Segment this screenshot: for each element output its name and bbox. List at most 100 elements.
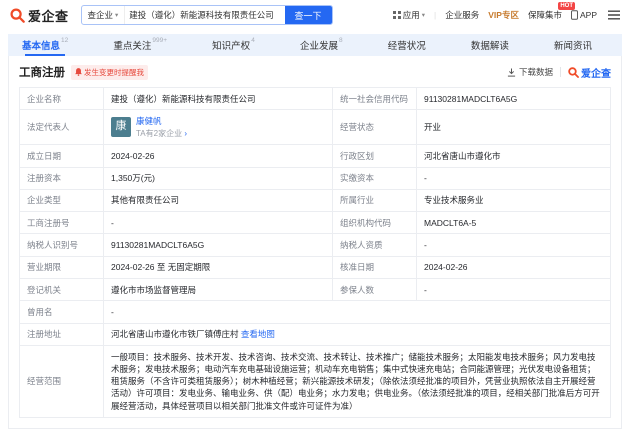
download-data-button[interactable]: 下载数据 (507, 66, 553, 78)
field-label: 核准日期 (332, 255, 417, 280)
bell-icon (75, 68, 82, 76)
field-label: 营业期限 (19, 255, 104, 280)
nav-app-label: APP (579, 10, 597, 20)
search-button[interactable]: 查一下 (284, 6, 332, 24)
section-actions: 下载数据 爱企查 (507, 65, 611, 80)
legal-rep-name-link[interactable]: 康健帆 (136, 115, 187, 127)
nav-guarantee-market[interactable]: 保障集市 HOT (528, 2, 575, 21)
search-box: 查企业 ▾ 查一下 (80, 5, 333, 25)
legal-rep-cell: 康康健帆 TA有2家企业 › (103, 109, 333, 146)
tab-count: 12 (61, 37, 69, 44)
logo-text: 爱企查 (28, 8, 69, 24)
nav-vip-zone[interactable]: VIP专区 (488, 9, 519, 21)
registration-card: 工商注册 发生变更时提醒我 下载数据 爱企查 企业名称 建投（遵化）新能源科技有… (8, 56, 622, 429)
address-text: 河北省唐山市遵化市铁厂镇傅庄村 (111, 329, 241, 340)
table-row: 注册地址 河北省唐山市遵化市铁厂镇傅庄村 查看地图 (19, 322, 611, 347)
field-value: 2024-02-26 至 无固定期限 (103, 255, 333, 280)
download-data-label: 下载数据 (518, 67, 553, 77)
tab-6[interactable]: 数据解读 (471, 34, 509, 56)
tab-4[interactable]: 企业发展 8 (300, 34, 343, 56)
nav-app-download[interactable]: APP (571, 10, 597, 20)
table-row: 曾用名 - (19, 300, 611, 324)
tab-label: 知识产权 (212, 41, 251, 52)
field-label: 纳税人资质 (332, 233, 417, 257)
brand-text: 爱企查 (581, 68, 611, 80)
field-value: - (416, 233, 611, 257)
field-label: 纳税人识别号 (19, 233, 104, 257)
field-value: - (103, 211, 333, 235)
table-row: 企业类型 其他有限责任公司 所属行业 专业技术服务业 (19, 188, 611, 213)
registration-table-body: 企业名称 建投（遵化）新能源科技有限责任公司 统一社会信用代码 91130281MAD… (19, 86, 611, 418)
field-value: - (416, 278, 611, 302)
view-map-link[interactable]: 查看地图 (241, 329, 275, 339)
change-reminder-badge[interactable]: 发生变更时提醒我 (71, 64, 148, 80)
hot-badge: HOT (558, 2, 575, 10)
section-title: 工商注册 (19, 67, 65, 79)
nav-enterprise-service[interactable]: 企业服务 (445, 9, 479, 21)
section-header: 工商注册 发生变更时提醒我 下载数据 爱企查 (19, 64, 611, 80)
field-value: 遵化市市场监督管理局 (103, 278, 333, 302)
main-content: 基本信息 12 重点关注 999+ 知识产权 4 企业发展 8 经营状况 数据解读 新闻资讯 工商注… (8, 34, 622, 429)
aiqicha-brand-badge: 爱企查 (568, 65, 611, 80)
hamburger-menu-icon[interactable] (608, 10, 620, 20)
search-input[interactable] (125, 6, 285, 24)
tab-label: 新闻资讯 (553, 41, 592, 52)
change-reminder-label: 发生变更时提醒我 (84, 67, 144, 77)
field-label: 企业名称 (19, 86, 104, 111)
field-label: 所属行业 (332, 188, 417, 213)
field-value: 2024-02-26 (103, 144, 333, 168)
table-row: 经营范围 一般项目：技术服务、技术开发、技术咨询、技术交流、技术转让、技术推广；储… (19, 345, 611, 418)
field-value: 河北省唐山市遵化市铁厂镇傅庄村 查看地图 (103, 322, 611, 347)
field-label: 注册资本 (19, 166, 104, 190)
field-value: MADCLT6A-5 (416, 211, 611, 235)
field-value: 专业技术服务业 (416, 188, 611, 213)
tab-label: 重点关注 (113, 41, 152, 52)
field-label: 成立日期 (19, 144, 104, 168)
tab-count: 4 (251, 37, 255, 44)
chevron-right-icon: › (184, 129, 187, 139)
tab-5[interactable]: 经营状况 (388, 34, 426, 56)
phone-icon (571, 10, 578, 20)
nav-apps[interactable]: 应用 ▾ (392, 9, 425, 21)
apps-grid-icon (392, 11, 401, 19)
tab-7[interactable]: 新闻资讯 (554, 34, 592, 56)
table-row: 登记机关 遵化市市场监督管理局 参保人数 - (19, 278, 611, 302)
tab-3[interactable]: 知识产权 4 (212, 34, 255, 56)
top-bar: 爱企查 查企业 ▾ 查一下 应用 ▾ | 企业服务 VIP专区 保障集市 HOT (0, 0, 630, 30)
top-nav: 应用 ▾ | 企业服务 VIP专区 保障集市 HOT APP (392, 2, 620, 21)
field-value: 建投（遵化）新能源科技有限责任公司 (103, 86, 333, 111)
chevron-down-icon: ▾ (115, 12, 119, 19)
search-category-label: 查企业 (87, 10, 114, 20)
field-label: 企业类型 (19, 188, 104, 213)
field-label: 登记机关 (19, 278, 104, 302)
field-label: 参保人数 (332, 278, 417, 302)
search-category-dropdown[interactable]: 查企业 ▾ (82, 6, 126, 24)
nav-enterprise-label: 企业服务 (445, 10, 480, 20)
field-label: 经营范围 (19, 345, 104, 418)
field-value: 其他有限责任公司 (103, 188, 333, 213)
download-icon (507, 67, 516, 77)
table-row: 工商注册号 - 组织机构代码 MADCLT6A-5 (19, 211, 611, 235)
tab-label: 企业发展 (299, 41, 338, 52)
brand-magnifier-icon (568, 66, 579, 78)
field-value: - (416, 166, 611, 190)
avatar: 康 (111, 117, 131, 138)
tab-2[interactable]: 重点关注 999+ (113, 34, 167, 56)
legal-rep-companies-link[interactable]: TA有2家企业 › (136, 128, 187, 140)
field-label: 法定代表人 (19, 109, 104, 146)
field-label: 组织机构代码 (332, 211, 417, 235)
table-row: 营业期限 2024-02-26 至 无固定期限 核准日期 2024-02-26 (19, 255, 611, 280)
field-value: 河北省唐山市遵化市 (416, 144, 611, 168)
nav-apps-label: 应用 (402, 10, 420, 20)
tab-1[interactable]: 基本信息 12 (22, 34, 68, 56)
tab-label: 基本信息 (22, 41, 61, 52)
registration-table: 企业名称 建投（遵化）新能源科技有限责任公司 统一社会信用代码 91130281MAD… (19, 86, 611, 418)
field-value: 91130281MADCLT6A5G (416, 86, 611, 111)
aiqicha-logo[interactable]: 爱企查 (10, 6, 69, 25)
field-label: 工商注册号 (19, 211, 104, 235)
field-label: 统一社会信用代码 (332, 86, 417, 111)
field-value: 1,350万(元) (103, 166, 333, 190)
table-row: 企业名称 建投（遵化）新能源科技有限责任公司 统一社会信用代码 91130281MAD… (19, 86, 611, 111)
field-value: 开业 (416, 109, 611, 146)
vertical-divider (560, 67, 561, 77)
